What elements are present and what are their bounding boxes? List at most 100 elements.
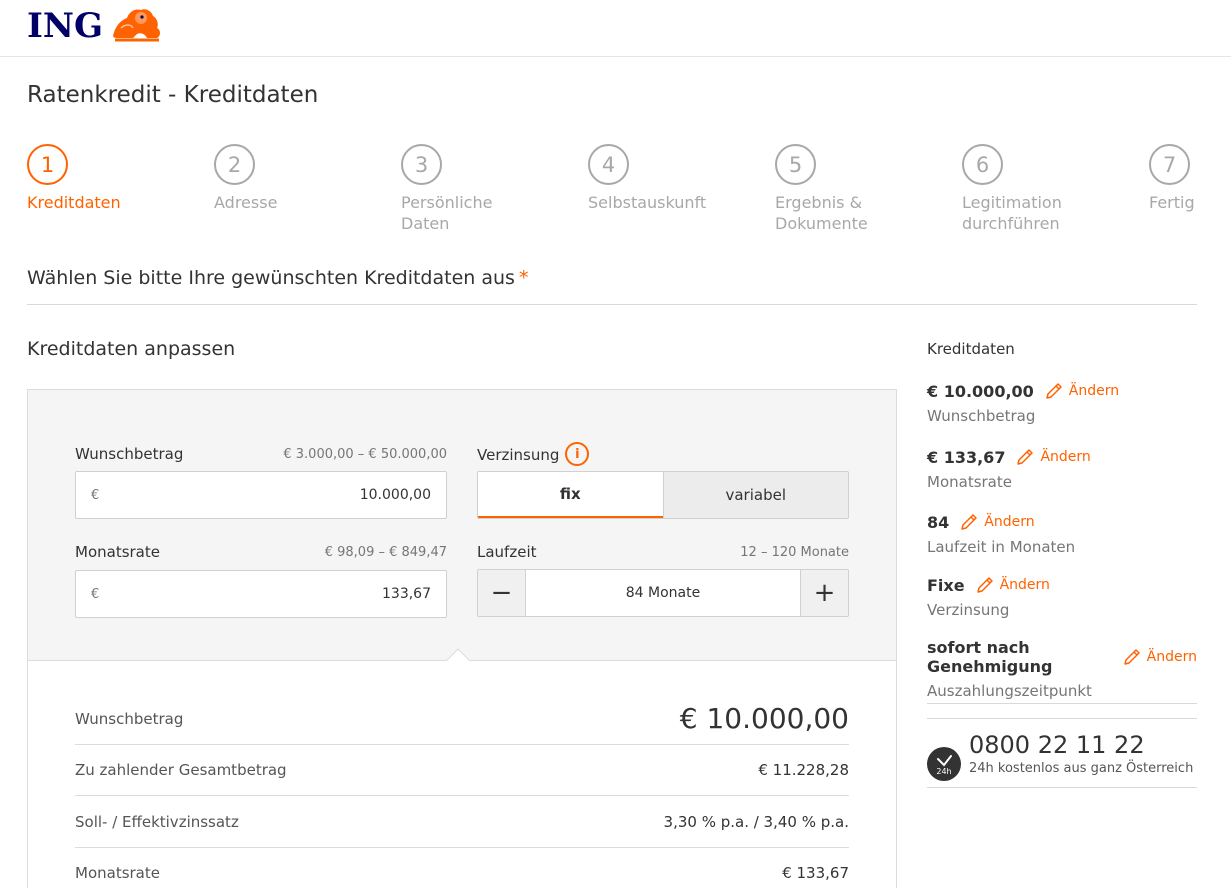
step-kreditdaten[interactable]: 1 Kreditdaten bbox=[27, 144, 121, 213]
sidebar-value: sofort nach Genehmigung bbox=[927, 638, 1053, 676]
sidebar-item-laufzeit: 84 Ändern Laufzeit in Monaten bbox=[927, 512, 1076, 557]
progress-steps: 1 Kreditdaten 2 Adresse 3 Persönliche Da… bbox=[27, 144, 1197, 234]
divider bbox=[927, 787, 1197, 788]
phone-texts: 0800 22 11 22 24h kostenlos aus ganz Öst… bbox=[969, 731, 1193, 776]
verzinsung-label: Verzinsung i bbox=[477, 442, 590, 466]
minus-button[interactable]: − bbox=[478, 570, 526, 616]
step-label: Fertig bbox=[1149, 193, 1195, 212]
step-selbstauskunft[interactable]: 4 Selbstauskunft bbox=[588, 144, 706, 213]
clock-24h-icon: 24h bbox=[927, 747, 961, 781]
sidebar-item-wunschbetrag: € 10.000,00 Ändern Wunschbetrag bbox=[927, 381, 1119, 426]
step-number: 2 bbox=[214, 144, 255, 185]
wunschbetrag-range: € 3.000,00 – € 50.000,00 bbox=[283, 447, 447, 462]
summary-value: € 10.000,00 bbox=[679, 702, 849, 735]
monatsrate-input[interactable]: € 133,67 bbox=[75, 570, 447, 618]
pencil-icon bbox=[1017, 449, 1034, 465]
ing-logo[interactable]: ING bbox=[27, 6, 163, 46]
step-number: 4 bbox=[588, 144, 629, 185]
lion-icon bbox=[113, 9, 161, 42]
wunschbetrag-input[interactable]: € 10.000,00 bbox=[75, 471, 447, 519]
edit-label: Ändern bbox=[984, 514, 1035, 530]
logo-text: ING bbox=[27, 6, 104, 46]
edit-label: Ändern bbox=[1068, 383, 1120, 399]
credit-form bbox=[27, 389, 897, 661]
clock-badge: 24h bbox=[936, 767, 952, 776]
edit-label: Ändern bbox=[1040, 449, 1091, 465]
step-number: 3 bbox=[401, 144, 442, 185]
section-heading: Wählen Sie bitte Ihre gewünschten Kredit… bbox=[27, 267, 528, 289]
sidebar-caption: Monatsrate bbox=[927, 473, 1012, 491]
sidebar-item-auszahlung: sofort nach Genehmigung Ändern Auszahlun… bbox=[927, 638, 1197, 700]
sidebar-item-verzinsung: Fixe Ändern Verzinsung bbox=[927, 575, 1050, 620]
edit-label: Ändern bbox=[999, 577, 1050, 593]
sidebar-caption: Verzinsung bbox=[927, 601, 1010, 619]
step-ergebnis-dokumente[interactable]: 5 Ergebnis & Dokumente bbox=[775, 144, 868, 234]
step-label: Legitimation durchführen bbox=[962, 193, 1062, 233]
summary-row: Soll- / Effektivzinssatz 3,30 % p.a. / 3… bbox=[75, 796, 849, 848]
pencil-icon bbox=[961, 514, 978, 530]
summary-label: Zu zahlender Gesamtbetrag bbox=[75, 761, 287, 779]
sidebar-item-monatsrate: € 133,67 Ändern Monatsrate bbox=[927, 447, 1091, 492]
step-number: 7 bbox=[1149, 144, 1190, 185]
verzinsung-label-text: Verzinsung bbox=[477, 446, 560, 464]
pencil-icon bbox=[976, 577, 993, 593]
step-label: Ergebnis & Dokumente bbox=[775, 193, 868, 233]
pencil-icon bbox=[1046, 383, 1062, 399]
sidebar-caption: Auszahlungszeitpunkt bbox=[927, 682, 1092, 700]
sidebar-title: Kreditdaten bbox=[927, 340, 1015, 358]
edit-link[interactable]: Ändern bbox=[959, 512, 1035, 532]
step-number: 5 bbox=[775, 144, 816, 185]
verzinsung-toggle[interactable]: fix variabel bbox=[477, 471, 849, 519]
edit-link[interactable]: Ändern bbox=[1122, 647, 1197, 667]
step-label: Selbstauskunft bbox=[588, 193, 707, 212]
sidebar-caption: Laufzeit in Monaten bbox=[927, 538, 1076, 556]
edit-link[interactable]: Ändern bbox=[1015, 447, 1091, 467]
summary-row: Wunschbetrag € 10.000,00 bbox=[75, 693, 849, 745]
summary-value: € 11.228,28 bbox=[758, 761, 849, 779]
step-fertig[interactable]: 7 Fertig bbox=[1149, 144, 1195, 213]
summary-row: Zu zahlender Gesamtbetrag € 11.228,28 bbox=[75, 745, 849, 796]
step-persoenliche-daten[interactable]: 3 Persönliche Daten bbox=[401, 144, 492, 234]
sidebar-value: 84 bbox=[927, 512, 950, 532]
laufzeit-range: 12 – 120 Monate bbox=[740, 545, 849, 560]
edit-link[interactable]: Ändern bbox=[1044, 381, 1119, 401]
summary-value: 3,30 % p.a. / 3,40 % p.a. bbox=[663, 812, 849, 831]
sidebar-value: € 10.000,00 bbox=[927, 381, 1034, 401]
divider bbox=[27, 304, 1197, 305]
info-icon[interactable]: i bbox=[565, 442, 590, 466]
currency-symbol: € bbox=[91, 487, 100, 503]
step-number: 6 bbox=[962, 144, 1003, 185]
form-heading: Kreditdaten anpassen bbox=[27, 338, 236, 360]
step-adresse[interactable]: 2 Adresse bbox=[214, 144, 277, 213]
divider bbox=[927, 718, 1197, 719]
sidebar-value: € 133,67 bbox=[927, 447, 1006, 467]
sidebar-caption: Wunschbetrag bbox=[927, 407, 1036, 425]
edit-link[interactable]: Ändern bbox=[975, 575, 1050, 595]
monatsrate-range: € 98,09 – € 849,47 bbox=[324, 545, 447, 560]
notch-cover bbox=[440, 661, 480, 675]
section-heading-text: Wählen Sie bitte Ihre gewünschten Kredit… bbox=[27, 267, 515, 289]
sidebar: Kreditdaten € 10.000,00 Ändern Wunschbet… bbox=[927, 340, 1197, 788]
summary-row: Monatsrate € 133,67 bbox=[75, 848, 849, 888]
page-title: Ratenkredit - Kreditdaten bbox=[27, 82, 319, 108]
summary-label: Wunschbetrag bbox=[75, 709, 184, 728]
summary-label: Soll- / Effektivzinssatz bbox=[75, 812, 239, 831]
laufzeit-stepper: − 84 Monate + bbox=[477, 569, 849, 617]
edit-label: Ändern bbox=[1146, 649, 1197, 665]
required-marker: * bbox=[518, 267, 529, 289]
step-legitimation[interactable]: 6 Legitimation durchführen bbox=[962, 144, 1062, 234]
phone-contact[interactable]: 24h 0800 22 11 22 24h kostenlos aus ganz… bbox=[927, 731, 1193, 781]
phone-number[interactable]: 0800 22 11 22 bbox=[969, 731, 1193, 759]
toggle-fix[interactable]: fix bbox=[478, 472, 663, 518]
wunschbetrag-value: 10.000,00 bbox=[359, 487, 431, 503]
divider bbox=[927, 703, 1197, 704]
monatsrate-value: 133,67 bbox=[382, 586, 431, 602]
laufzeit-label: Laufzeit bbox=[477, 543, 537, 561]
step-label: Adresse bbox=[214, 193, 278, 212]
header: ING bbox=[0, 0, 1231, 57]
sidebar-value: Fixe bbox=[927, 575, 965, 595]
monatsrate-label: Monatsrate bbox=[75, 543, 160, 561]
summary-label: Monatsrate bbox=[75, 864, 160, 882]
plus-button[interactable]: + bbox=[800, 570, 848, 616]
toggle-variabel[interactable]: variabel bbox=[662, 472, 848, 518]
